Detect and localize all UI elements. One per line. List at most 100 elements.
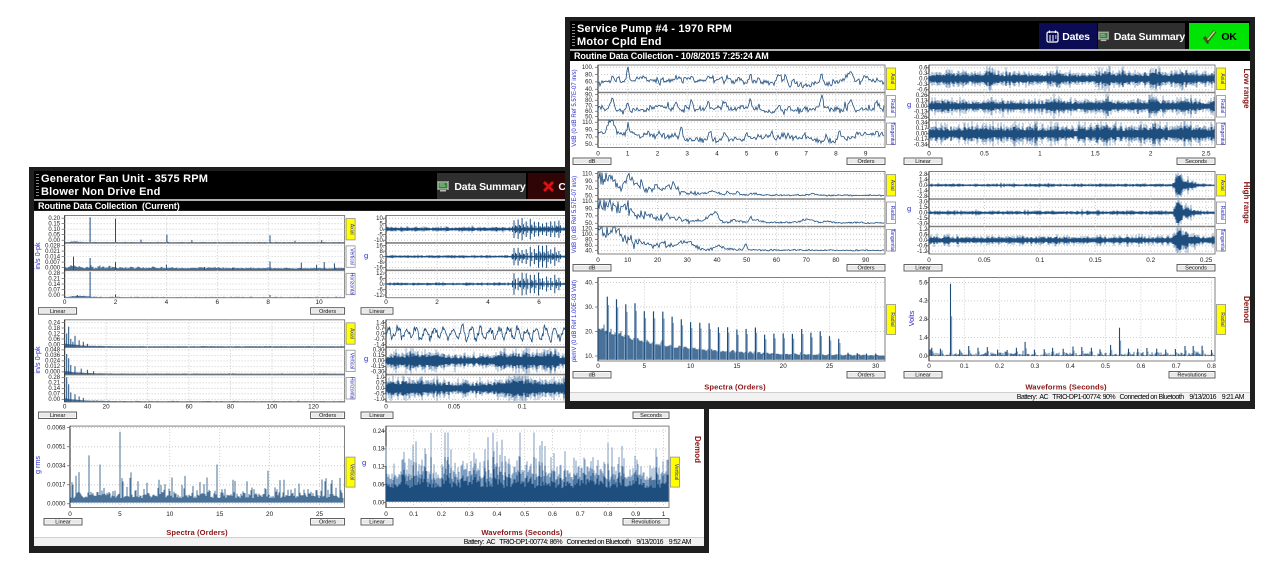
svg-text:4: 4 [486,299,490,306]
svg-text:0.2: 0.2 [995,363,1004,370]
svg-text:0.7: 0.7 [576,511,585,518]
svg-text:5: 5 [118,511,122,518]
svg-text:90.: 90. [585,206,594,212]
svg-text:0: 0 [384,299,388,306]
svg-text:g: g [362,458,366,467]
svg-text:0.5: 0.5 [1101,363,1110,370]
svg-text:Orders: Orders [319,308,336,314]
svg-text:Vertical: Vertical [349,248,355,264]
svg-text:120: 120 [308,403,319,410]
svg-text:Axial: Axial [349,223,355,234]
svg-text:-1.0: -1.0 [374,397,385,403]
svg-text:Volts: Volts [907,310,916,326]
svg-text:0.3: 0.3 [465,511,474,518]
svg-text:0: 0 [384,403,388,410]
svg-text:0.9: 0.9 [631,511,640,518]
svg-text:Radial: Radial [889,99,895,113]
svg-text:40: 40 [144,403,152,410]
svg-text:Orders: Orders [857,159,874,165]
svg-text:Radial: Radial [1219,312,1225,326]
svg-text:2: 2 [1149,151,1153,158]
svg-text:0.7: 0.7 [1172,363,1181,370]
svg-text:0.0017: 0.0017 [47,482,66,488]
svg-text:Horizontal: Horizontal [349,272,355,295]
svg-text:0.1: 0.1 [1035,257,1044,264]
svg-text:30: 30 [684,257,692,264]
svg-text:Seconds: Seconds [640,413,662,419]
svg-text:Tangential: Tangential [889,229,895,252]
svg-text:VdB (0 dB Ref 5.57E-07 in/s): VdB (0 dB Ref 5.57E-07 in/s) [572,176,578,253]
svg-text:0: 0 [68,511,72,518]
svg-text:Tangential: Tangential [1219,229,1225,252]
svg-text:Linear: Linear [369,308,385,314]
svg-text:Axial: Axial [349,328,355,339]
svg-text:0.06: 0.06 [373,482,385,488]
svg-text:90.: 90. [585,127,594,133]
svg-text:70.: 70. [585,214,594,220]
svg-text:Seconds: Seconds [1185,159,1207,165]
svg-text:Linear: Linear [55,519,71,525]
svg-text:0.5: 0.5 [980,151,989,158]
svg-text:0.24: 0.24 [373,428,385,434]
svg-text:0.1: 0.1 [960,363,969,370]
svg-text:0.00: 0.00 [48,292,60,298]
svg-text:30.: 30. [585,305,594,311]
svg-text:6: 6 [216,299,220,306]
svg-text:0: 0 [927,151,931,158]
svg-text:100.: 100. [582,65,594,71]
svg-text:8: 8 [266,299,270,306]
svg-text:0: 0 [927,363,931,370]
svg-text:15: 15 [733,363,741,370]
svg-text:VdB (0 dB Ref 5.57E-07 in/s): VdB (0 dB Ref 5.57E-07 in/s) [572,69,578,146]
svg-text:5.6: 5.6 [919,280,928,286]
svg-text:Radial: Radial [889,206,895,220]
svg-text:1: 1 [662,511,666,518]
svg-text:g: g [364,354,368,363]
svg-text:0.4: 0.4 [493,511,502,518]
svg-text:Spectra (Orders): Spectra (Orders) [166,528,228,537]
svg-text:Linear: Linear [369,519,385,525]
svg-text:110.: 110. [582,172,594,178]
svg-text:70: 70 [803,257,811,264]
svg-text:2: 2 [656,151,660,158]
svg-text:0.8: 0.8 [1207,363,1216,370]
svg-text:0.05: 0.05 [448,403,461,410]
svg-text:15: 15 [216,511,224,518]
svg-text:0.15: 0.15 [1089,257,1102,264]
svg-text:Linear: Linear [50,413,66,419]
svg-text:dB: dB [589,266,596,272]
svg-text:1: 1 [1038,151,1042,158]
svg-text:Vertical: Vertical [673,463,679,479]
svg-text:0: 0 [63,299,67,306]
svg-text:40.: 40. [585,249,594,255]
svg-text:20: 20 [103,403,111,410]
svg-text:Waveforms (Seconds): Waveforms (Seconds) [1025,383,1107,392]
svg-text:3: 3 [685,151,689,158]
svg-text:2.8: 2.8 [919,317,928,323]
svg-text:9: 9 [864,151,868,158]
svg-text:Linear: Linear [50,308,66,314]
svg-text:10.: 10. [585,354,594,360]
svg-text:2: 2 [114,299,118,306]
svg-text:2: 2 [435,299,439,306]
svg-text:0.6: 0.6 [548,511,557,518]
svg-text:g: g [907,100,911,109]
svg-text:Vertical: Vertical [349,352,355,368]
svg-text:0.18: 0.18 [373,446,385,452]
svg-text:Axial: Axial [889,180,895,191]
svg-text:0.6: 0.6 [1136,363,1145,370]
svg-text:Linear: Linear [915,266,931,272]
svg-text:Linear: Linear [915,373,931,379]
svg-text:0.0000: 0.0000 [47,501,66,507]
svg-text:Axial: Axial [1219,180,1225,191]
svg-text:Horizontal: Horizontal [349,377,355,400]
svg-text:in/s 0-pk: in/s 0-pk [34,242,42,270]
svg-text:80: 80 [832,257,840,264]
svg-text:60: 60 [185,403,193,410]
svg-text:Axial: Axial [889,73,895,84]
svg-text:-12.: -12. [374,292,385,298]
svg-text:60.: 60. [585,80,594,86]
svg-text:0: 0 [63,403,67,410]
svg-text:Low range: Low range [1242,68,1250,109]
svg-text:4: 4 [165,299,169,306]
